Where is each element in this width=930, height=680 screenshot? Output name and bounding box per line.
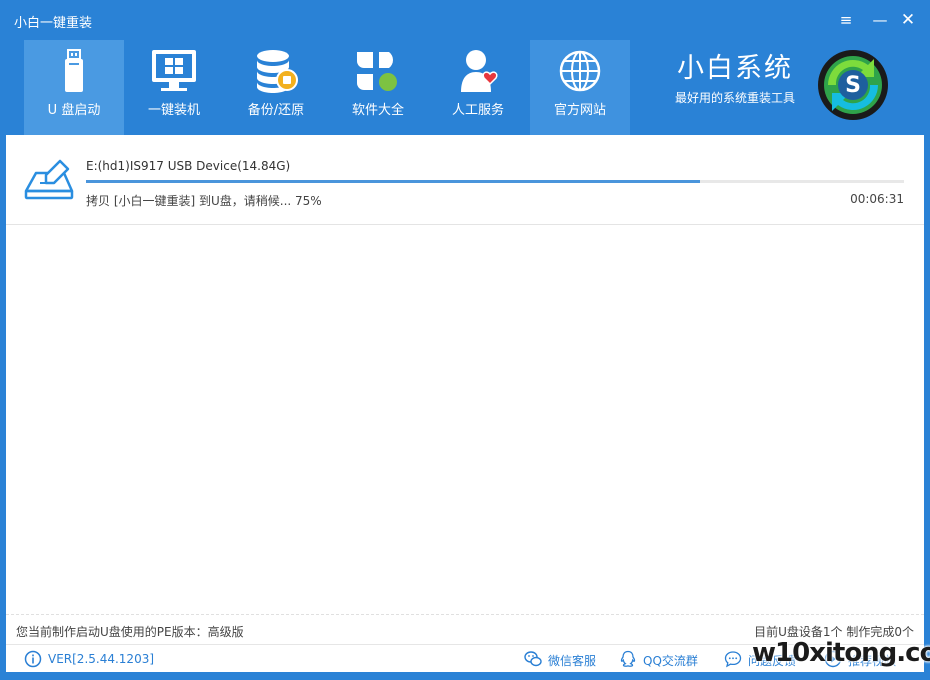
qq-group-link[interactable]: QQ交流群 [619,650,707,668]
progress-fill [86,180,700,183]
monitor-windows-icon [152,50,196,91]
version-text: VER[2.5.44.1203] [48,652,155,666]
qq-label: QQ交流群 [643,654,698,668]
title-bar: 小白一键重装 ≡ — ✕ [0,0,930,40]
apps-grid-icon [357,52,397,91]
nav-item-usb-boot[interactable]: U 盘启动 [24,40,124,135]
main-nav: U 盘启动 一键装机 备份/还原 软件大全 人工服务 官方网站 小白系统 最好用… [0,40,930,135]
wechat-label: 微信客服 [548,654,597,668]
nav-item-one-click-install[interactable]: 一键装机 [124,40,224,135]
globe-icon [559,50,601,92]
person-heart-icon [461,50,498,92]
close-button[interactable]: ✕ [898,10,918,30]
nav-item-software[interactable]: 软件大全 [328,40,428,135]
window-title: 小白一键重装 [14,16,93,31]
progress-status-text: 拷贝 [小白一键重装] 到U盘，请稍候... 75% [86,194,322,208]
chat-bubble-icon [724,651,742,668]
database-backup-icon [257,50,298,93]
brand-subtitle: 最好用的系统重装工具 [674,91,795,105]
nav-label: 备份/还原 [247,103,305,118]
info-icon [24,650,42,668]
brand-title: 小白系统 [677,53,793,84]
qq-icon [620,650,636,667]
nav-label: 一键装机 [147,103,200,118]
device-row: E:(hd1)IS917 USB Device(14.84G) 拷贝 [小白一键… [6,135,924,225]
nav-label: 软件大全 [351,103,404,118]
brand: 小白系统 最好用的系统重装工具 [660,52,810,122]
watermark: w10xitong.com [752,638,930,668]
nav-item-backup-restore[interactable]: 备份/还原 [226,40,326,135]
app-window: 小白一键重装 ≡ — ✕ U 盘启动 一键装机 备份/还原 软件大全 人工服务 … [0,0,930,680]
nav-item-manual-service[interactable]: 人工服务 [428,40,528,135]
progress-bar [86,180,904,183]
usb-disk-writing-icon [24,159,74,200]
nav-label: 官方网站 [553,103,606,118]
nav-label: U 盘启动 [47,103,101,118]
usb-drive-icon [65,49,83,92]
brand-logo-icon: S [818,50,888,120]
wechat-icon [524,651,542,667]
content-panel: E:(hd1)IS917 USB Device(14.84G) 拷贝 [小白一键… [6,135,924,672]
elapsed-time: 00:06:31 [850,192,904,206]
version-info: VER[2.5.44.1203] [24,650,164,668]
minimize-button[interactable]: — [870,10,890,30]
wechat-support-link[interactable]: 微信客服 [524,650,604,668]
device-name: E:(hd1)IS917 USB Device(14.84G) [86,159,291,173]
svg-text:S: S [845,73,861,98]
pe-version-text: 您当前制作启动U盘使用的PE版本：高级版 [16,625,244,639]
nav-label: 人工服务 [451,103,504,118]
menu-button[interactable]: ≡ [836,10,856,30]
nav-item-official-site[interactable]: 官方网站 [530,40,630,135]
